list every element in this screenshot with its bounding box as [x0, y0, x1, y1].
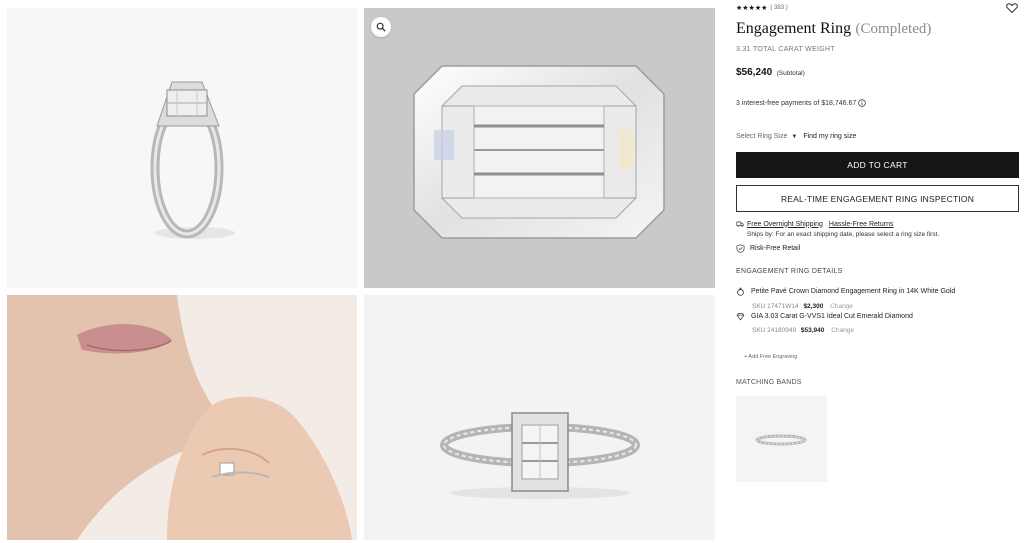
diamond-name: GIA 3.03 Carat G-VVS1 Ideal Cut Emerald …: [751, 313, 913, 320]
hand-model-illustration: [7, 295, 357, 540]
product-image-on-hand[interactable]: [7, 295, 357, 540]
heart-icon[interactable]: [1006, 2, 1018, 14]
rating[interactable]: ★★★★★ ( 383 ): [736, 4, 788, 12]
change-setting-link[interactable]: Change: [830, 303, 853, 310]
zoom-button[interactable]: [371, 17, 391, 37]
ring-icon: [737, 287, 744, 296]
product-image-ring-side[interactable]: [7, 8, 357, 288]
carat-weight: 3.31 TOTAL CARAT WEIGHT: [736, 46, 835, 53]
magnifier-icon: [376, 22, 386, 32]
add-engraving-link[interactable]: + Add Free Engraving: [744, 354, 797, 360]
change-diamond-link[interactable]: Change: [831, 327, 854, 334]
ring-size-select[interactable]: Select Ring Size: [736, 133, 787, 140]
product-status: (Completed): [855, 21, 932, 37]
risk-free-label: Risk-Free Retail: [750, 245, 801, 252]
info-icon[interactable]: [858, 99, 866, 107]
diamond-icon: [736, 312, 745, 321]
ring-size-row: Select Ring Size ▼ Find my ring size: [736, 133, 856, 140]
product-details-panel: ★★★★★ ( 383 ) Engagement Ring (Completed…: [736, 0, 1024, 543]
find-ring-size-link[interactable]: Find my ring size: [803, 133, 856, 140]
setting-name: Petite Pavé Crown Diamond Engagement Rin…: [751, 288, 956, 295]
product-gallery: [0, 0, 722, 543]
ring-side-illustration: [7, 8, 357, 288]
risk-free-row: Risk-Free Retail: [736, 244, 800, 253]
rating-stars: ★★★★★: [736, 5, 768, 12]
payments-text: 3 interest-free payments of $18,746.67: [736, 99, 857, 107]
price-note: (Subtotal): [776, 70, 805, 77]
product-title: Engagement Ring: [736, 20, 852, 37]
setting-sku-row: SKU 17471W14 $2,300 Change: [752, 303, 853, 310]
product-image-diamond[interactable]: [364, 8, 715, 288]
diamond-sku: SKU 24180949: [752, 327, 797, 334]
add-to-cart-button[interactable]: ADD TO CART: [736, 152, 1019, 178]
band-illustration: [736, 396, 827, 482]
details-heading: ENGAGEMENT RING DETAILS: [736, 268, 843, 275]
setting-price: $2,300: [803, 303, 824, 310]
price-row: $56,240 (Subtotal): [736, 62, 805, 80]
free-shipping-link[interactable]: Free Overnight Shipping: [747, 221, 823, 228]
diamond-illustration: [364, 8, 715, 288]
chevron-down-icon[interactable]: ▼: [791, 134, 797, 140]
setting-sku: SKU 17471W14: [752, 303, 799, 310]
shipping-row: Free Overnight Shipping Hassle-Free Retu…: [736, 220, 893, 228]
detail-item-setting: Petite Pavé Crown Diamond Engagement Rin…: [736, 287, 955, 296]
ring-front-illustration: [364, 295, 715, 540]
matching-bands-heading: MATCHING BANDS: [736, 379, 802, 386]
price: $56,240: [736, 67, 773, 78]
diamond-price: $53,940: [800, 327, 825, 334]
review-count: ( 383 ): [770, 5, 788, 11]
installment-payments: 3 interest-free payments of $18,746.67: [736, 99, 866, 107]
diamond-sku-row: SKU 24180949 $53,940 Change: [752, 327, 854, 334]
page-title: Engagement Ring (Completed): [736, 20, 931, 38]
matching-band-thumbnail[interactable]: [736, 396, 827, 482]
free-returns-link[interactable]: Hassle-Free Returns: [829, 221, 894, 228]
ships-by-note: Ships by: For an exact shipping date, pl…: [747, 231, 940, 238]
shield-icon: [736, 244, 745, 253]
product-image-ring-front[interactable]: [364, 295, 715, 540]
ring-inspection-button[interactable]: REAL-TIME ENGAGEMENT RING INSPECTION: [736, 185, 1019, 212]
detail-item-diamond: GIA 3.03 Carat G-VVS1 Ideal Cut Emerald …: [736, 312, 913, 321]
truck-icon: [736, 221, 744, 227]
